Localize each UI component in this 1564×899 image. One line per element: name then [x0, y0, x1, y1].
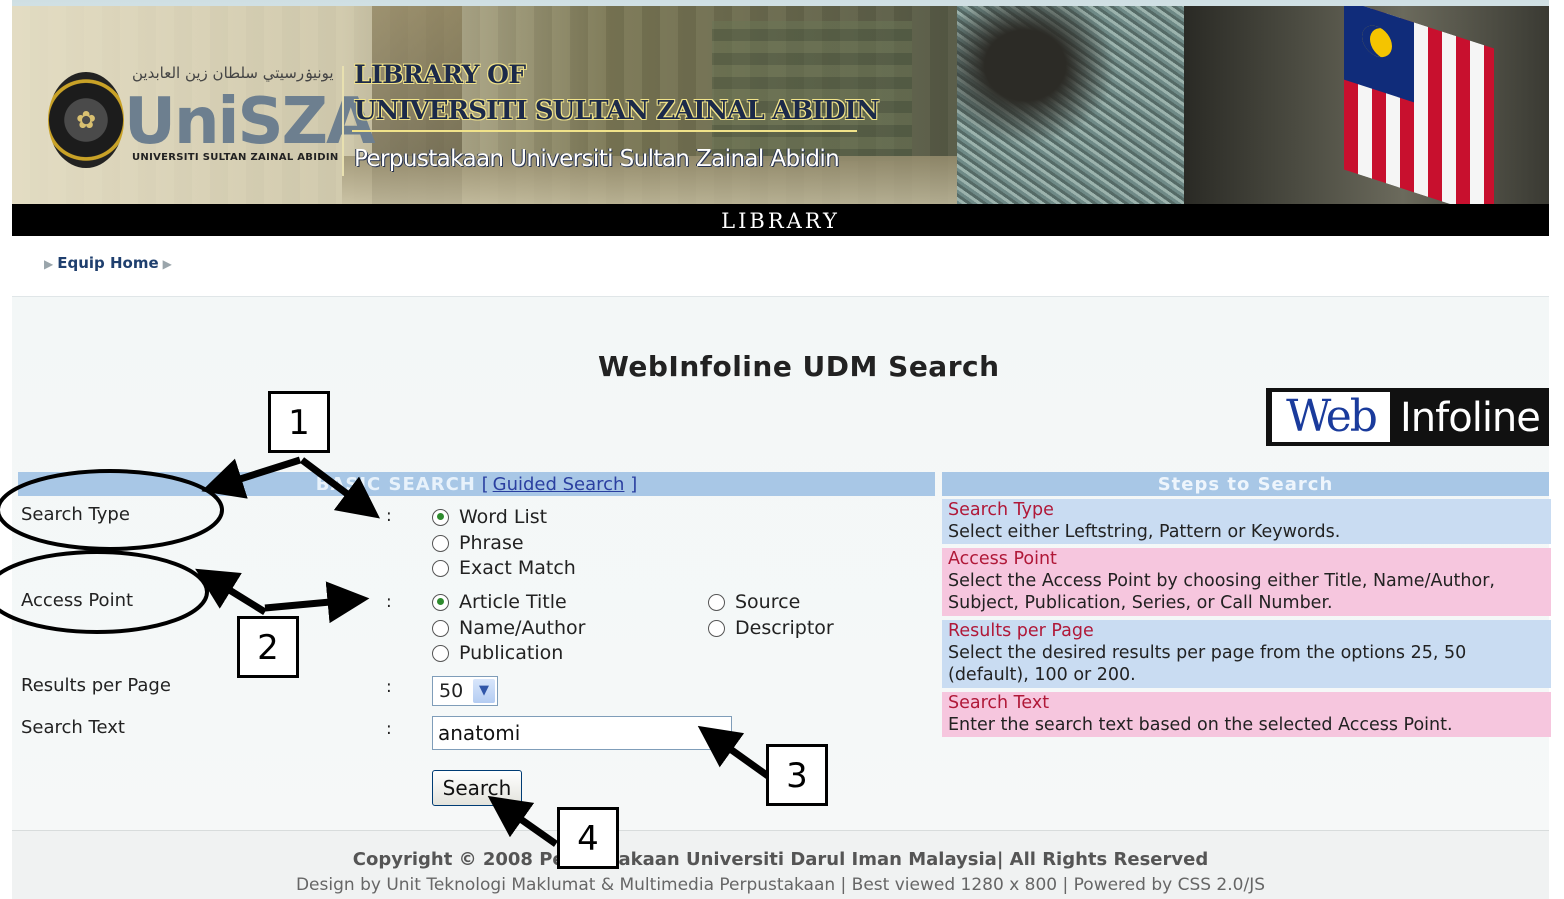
webinfoline-logo-infoline: Infoline [1400, 395, 1541, 441]
radio-dot[interactable] [432, 534, 449, 552]
step-results-per-page: Results per Page Select the desired resu… [942, 620, 1551, 688]
step-access-point: Access Point Select the Access Point by … [942, 548, 1551, 616]
radio-dot[interactable] [708, 619, 725, 637]
guided-search-link[interactable]: Guided Search [493, 474, 625, 495]
logo-divider [342, 66, 344, 176]
breadcrumb-home-link[interactable]: Equip Home [57, 254, 158, 272]
radio-descriptor[interactable]: Descriptor [708, 617, 834, 639]
footer-copyright: Copyright © 2008 Perpustakaan Universiti… [352, 849, 1209, 870]
colon: : [386, 719, 392, 739]
unisza-crest-icon: ✿ [48, 72, 124, 168]
radio-dot[interactable] [432, 619, 449, 637]
step-search-text: Search Text Enter the search text based … [942, 692, 1551, 737]
title-rule [352, 130, 857, 132]
annotation-label-2: 2 [237, 616, 299, 678]
site-banner: ✿ يونيۏرسيتي سلطان زين العابدين UniSZA U… [12, 6, 1549, 204]
page-title: WebInfoline UDM Search [598, 350, 1000, 383]
logo-arabic-text: يونيۏرسيتي سلطان زين العابدين [132, 64, 334, 82]
radio-word-list[interactable]: Word List [432, 506, 547, 528]
annotation-label-4: 4 [557, 807, 619, 869]
results-per-page-select[interactable]: 50 ▼ [432, 676, 498, 706]
radio-dot[interactable] [708, 593, 725, 611]
banner-photo-book [957, 6, 1184, 204]
footer: Copyright © 2008 Perpustakaan Universiti… [12, 830, 1549, 899]
breadcrumb-arrow-icon: ▶ [162, 257, 172, 271]
radio-article-title[interactable]: Article Title [432, 591, 567, 613]
radio-dot[interactable] [432, 644, 449, 662]
logo-subtitle: UNIVERSITI SULTAN ZAINAL ABIDIN [132, 152, 339, 163]
basic-search-header: BASIC SEARCH [Guided Search ] [18, 472, 935, 496]
library-title-line2: UNIVERSITI SULTAN ZAINAL ABIDIN [354, 96, 880, 126]
footer-design: Design by Unit Teknologi Maklumat & Mult… [295, 875, 1266, 895]
radio-phrase[interactable]: Phrase [432, 532, 524, 554]
access-point-label: Access Point [21, 590, 134, 611]
unisza-logo: UniSZA [124, 85, 375, 159]
radio-source[interactable]: Source [708, 591, 800, 613]
search-text-label: Search Text [21, 717, 125, 738]
radio-exact-match[interactable]: Exact Match [432, 557, 576, 579]
malaysia-flag-icon [1344, 6, 1494, 204]
radio-publication[interactable]: Publication [432, 642, 563, 664]
radio-dot[interactable] [432, 559, 449, 577]
webinfoline-logo-web: Web [1272, 392, 1390, 442]
colon: : [386, 677, 392, 697]
library-subtitle: Perpustakaan Universiti Sultan Zainal Ab… [354, 146, 840, 172]
search-type-label: Search Type [21, 504, 130, 525]
webinfoline-logo: Web Infoline [1266, 388, 1549, 446]
steps-header: Steps to Search [942, 472, 1549, 496]
radio-dot[interactable] [432, 593, 449, 611]
banner-photo-flag [1184, 6, 1549, 204]
breadcrumb: ▶ Equip Home ▶ [12, 236, 1549, 297]
library-title-line1: LIBRARY OF [354, 60, 526, 89]
results-per-page-label: Results per Page [21, 675, 171, 696]
radio-name-author[interactable]: Name/Author [432, 617, 585, 639]
chevron-down-icon[interactable]: ▼ [473, 679, 495, 703]
colon: : [386, 506, 392, 526]
basic-search-title: BASIC SEARCH [315, 474, 476, 495]
search-text-input[interactable]: anatomi [432, 716, 732, 750]
radio-dot[interactable] [432, 508, 449, 526]
annotation-label-3: 3 [766, 744, 828, 806]
annotation-label-1: 1 [268, 391, 330, 453]
step-search-type: Search Type Select either Leftstring, Pa… [942, 499, 1551, 544]
search-button[interactable]: Search [432, 770, 522, 806]
breadcrumb-arrow-icon: ▶ [44, 257, 54, 271]
library-bar: LIBRARY [12, 204, 1549, 236]
colon: : [386, 592, 392, 612]
